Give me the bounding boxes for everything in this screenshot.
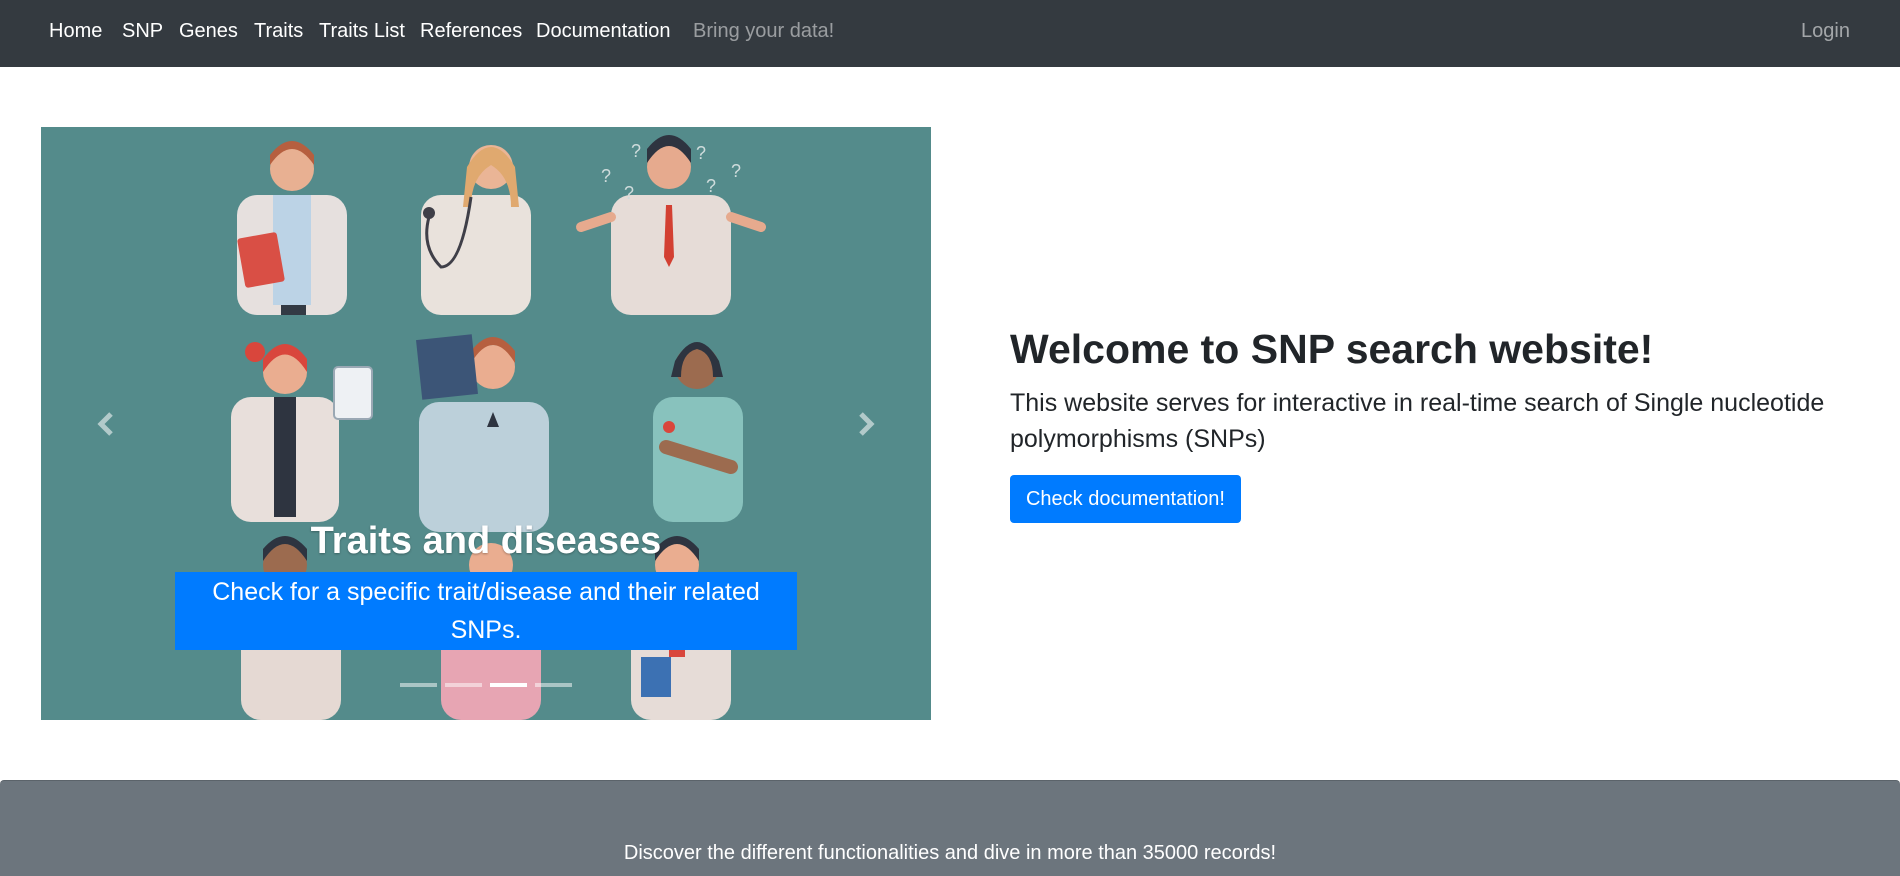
image-carousel: ? ? ? ? ? ? Traits and diseases Check fo… [41, 127, 931, 720]
doctor-figure-report [231, 342, 373, 522]
doctor-figure-xray [416, 334, 549, 532]
doctor-figure-crossed-arms [653, 342, 743, 522]
features-banner: Discover the different functionalities a… [0, 780, 1900, 876]
carousel-indicator-2[interactable] [445, 683, 482, 687]
carousel-slide-title: Traits and diseases [310, 520, 662, 562]
carousel-next-control[interactable] [801, 127, 931, 720]
chevron-right-icon [859, 411, 875, 436]
check-documentation-button[interactable]: Check documentation! [1010, 475, 1241, 523]
nav-home-link[interactable]: Home [49, 20, 102, 43]
carousel-indicator-1[interactable] [400, 683, 437, 687]
nav-traits-list-link[interactable]: Traits List [319, 20, 405, 43]
svg-text:?: ? [601, 166, 611, 186]
carousel-prev-control[interactable] [41, 127, 171, 720]
nav-bring-your-data-link: Bring your data! [693, 20, 835, 42]
carousel-indicator-3[interactable] [490, 683, 527, 687]
welcome-description: This website serves for interactive in r… [1010, 389, 1825, 453]
doctor-figure-stethoscope [421, 145, 531, 315]
carousel-indicators [41, 683, 931, 687]
nav-traits-link[interactable]: Traits [254, 20, 303, 43]
nav-documentation-link[interactable]: Documentation [536, 20, 671, 43]
svg-text:?: ? [696, 143, 706, 163]
carousel-slide-caption: Check for a specific trait/disease and t… [175, 572, 797, 650]
chevron-left-icon [97, 411, 113, 436]
top-navbar: Home SNP Genes Traits Traits List Refere… [0, 0, 1900, 67]
svg-text:?: ? [631, 141, 641, 161]
svg-text:?: ? [624, 183, 634, 203]
banner-text: Discover the different functionalities a… [623, 842, 1277, 864]
nav-snp-link[interactable]: SNP [122, 20, 163, 43]
doctor-figure-confused: ? ? ? ? ? ? [576, 135, 766, 315]
carousel-indicator-4[interactable] [535, 683, 572, 687]
nav-references-link[interactable]: References [420, 20, 522, 43]
nav-genes-link[interactable]: Genes [179, 20, 238, 43]
svg-text:?: ? [731, 161, 741, 181]
doctor-figure-clipboard [237, 141, 347, 315]
welcome-heading: Welcome to SNP search website! [1010, 326, 1654, 372]
nav-login-link[interactable]: Login [1801, 20, 1850, 43]
svg-text:?: ? [706, 176, 716, 196]
